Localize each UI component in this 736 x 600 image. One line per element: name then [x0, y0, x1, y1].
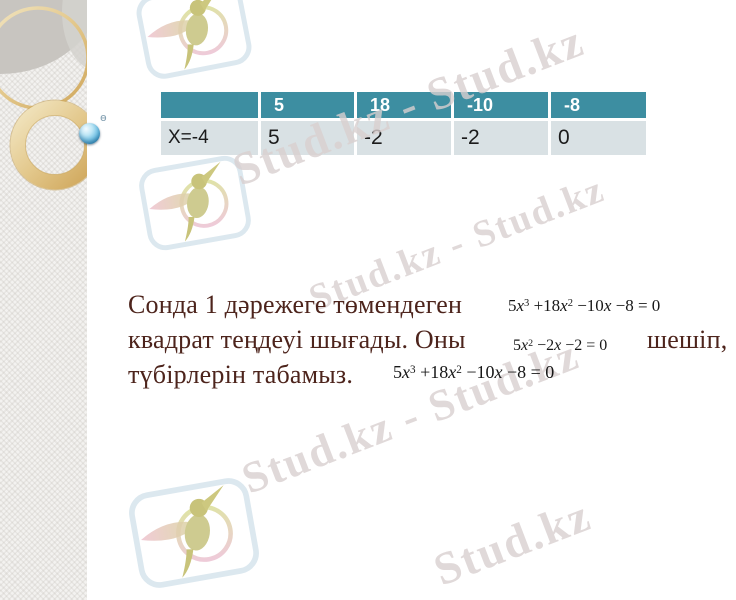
stud-kz-logo-icon — [132, 0, 257, 84]
table-cell: 5 — [261, 121, 354, 155]
equation-quadratic: 5x2 −2x −2 = 0 — [513, 337, 607, 355]
stud-kz-logo-icon — [123, 473, 264, 593]
table-header-cell: -10 — [454, 92, 548, 118]
frm-exp: 2 — [567, 298, 573, 310]
frm-var: x — [560, 296, 568, 315]
frm-part: −10 — [461, 362, 495, 382]
frm-part: +18 — [529, 296, 561, 315]
frm-exp: 3 — [524, 298, 530, 310]
equation-cubic-1: 5x3 +18x2 −10x −8 = 0 — [508, 296, 660, 316]
frm-part: 5 — [393, 362, 402, 382]
paragraph-line-3: түбірлерін табамыз. — [128, 360, 354, 389]
glossy-sphere-icon — [79, 123, 100, 144]
watermark-text: Stud.kz - Stud.kz — [235, 329, 586, 504]
table-cell: 0 — [551, 121, 646, 155]
table-header-cell: 5 — [261, 92, 354, 118]
stud-kz-logo-icon — [133, 151, 256, 255]
table-cell: -2 — [357, 121, 451, 155]
presentation-slide: ɵ 5 18 -10 -8 X=-4 5 -2 -2 0 Сонда 1 дәр… — [0, 0, 736, 600]
frm-var: x — [516, 296, 525, 315]
frm-part: +18 — [415, 362, 449, 382]
frm-part: 5 — [508, 296, 517, 315]
table-cell: -2 — [454, 121, 548, 155]
sphere-mark-glyph: ɵ — [100, 111, 107, 124]
sidebar-circles-art — [0, 0, 87, 191]
paragraph-line-1: Сонда 1 дәрежеге төмендеген — [128, 290, 463, 319]
frm-part: −2 = 0 — [561, 337, 608, 354]
table-header-cell: -8 — [551, 92, 646, 118]
frm-var: x — [402, 362, 410, 382]
frm-part: −2 — [533, 337, 555, 354]
frm-part: −10 — [572, 296, 604, 315]
frm-exp: 2 — [456, 363, 462, 376]
thick-gold-ring-icon — [10, 100, 87, 190]
table-header-cell — [161, 92, 258, 118]
table-header-cell: 18 — [357, 92, 451, 118]
equation-cubic-2: 5x3 +18x2 −10x −8 = 0 — [393, 362, 554, 383]
paragraph-line-2-tail: шешіп, — [647, 325, 728, 354]
paragraph-line-2: квадрат теңдеуі шығады. Оны — [128, 325, 466, 354]
gray-band-shape — [62, 0, 87, 68]
table-row-label: X=-4 — [161, 121, 258, 155]
watermark-text: Stud.kz — [426, 489, 598, 596]
frm-part: −8 = 0 — [502, 362, 555, 382]
frm-part: 5 — [513, 337, 521, 354]
frm-part: −8 = 0 — [611, 296, 661, 315]
ring-edge — [25, 115, 85, 175]
frm-exp: 2 — [528, 337, 534, 349]
frm-exp: 3 — [410, 363, 416, 376]
horner-scheme-table: 5 18 -10 -8 X=-4 5 -2 -2 0 — [161, 92, 646, 155]
